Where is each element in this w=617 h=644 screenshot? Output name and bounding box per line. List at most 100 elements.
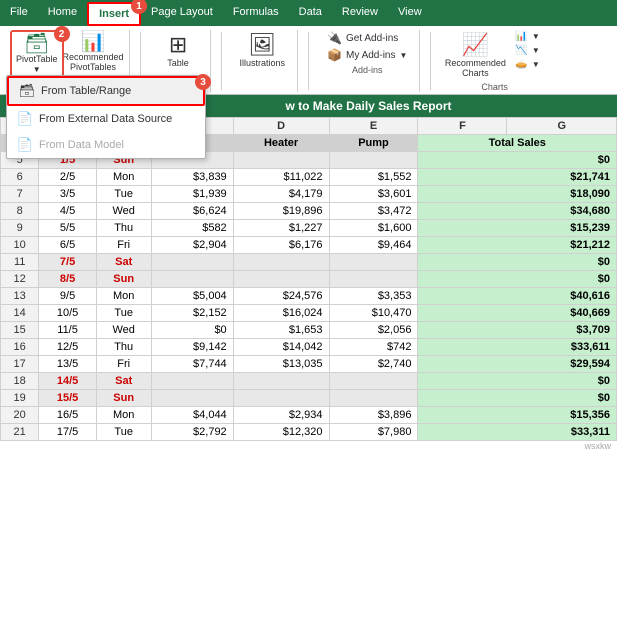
day-cell[interactable]: Thu (96, 220, 151, 237)
ac-cell[interactable]: $582 (151, 220, 233, 237)
pump-cell[interactable]: $3,601 (329, 186, 418, 203)
recommended-charts-button[interactable]: 📈 RecommendedCharts (445, 30, 505, 80)
ac-cell[interactable] (151, 271, 233, 288)
tab-formulas[interactable]: Formulas (223, 2, 289, 26)
table-row[interactable]: 19 15/5 Sun $0 (1, 390, 617, 407)
pump-cell[interactable]: $3,353 (329, 288, 418, 305)
pump-cell[interactable]: $1,600 (329, 220, 418, 237)
tab-file[interactable]: File (0, 2, 38, 26)
day-cell[interactable]: Wed (96, 322, 151, 339)
day-cell[interactable]: Sat (96, 254, 151, 271)
ac-cell[interactable]: $4,044 (151, 407, 233, 424)
table-row[interactable]: 7 3/5 Tue $1,939 $4,179 $3,601 $18,090 (1, 186, 617, 203)
col-header-f[interactable]: F (418, 118, 507, 135)
heater-cell[interactable]: $1,227 (233, 220, 329, 237)
pump-cell[interactable]: $9,464 (329, 237, 418, 254)
col-header-d[interactable]: D (233, 118, 329, 135)
day-cell[interactable]: Mon (96, 169, 151, 186)
heater-cell[interactable]: $6,176 (233, 237, 329, 254)
table-row[interactable]: 9 5/5 Thu $582 $1,227 $1,600 $15,239 (1, 220, 617, 237)
illustrations-button[interactable]: 🖼 Illustrations (236, 30, 290, 70)
date-cell[interactable]: 12/5 (39, 339, 96, 356)
date-cell[interactable]: 7/5 (39, 254, 96, 271)
total-cell[interactable]: $15,356 (418, 407, 617, 424)
pump-cell[interactable] (329, 373, 418, 390)
date-cell[interactable]: 6/5 (39, 237, 96, 254)
day-cell[interactable]: Tue (96, 305, 151, 322)
total-cell[interactable]: $0 (418, 373, 617, 390)
total-cell[interactable]: $34,680 (418, 203, 617, 220)
ac-cell[interactable] (151, 373, 233, 390)
day-cell[interactable]: Sun (96, 390, 151, 407)
table-row[interactable]: 6 2/5 Mon $3,839 $11,022 $1,552 $21,741 (1, 169, 617, 186)
date-cell[interactable]: 17/5 (39, 424, 96, 441)
ac-cell[interactable] (151, 390, 233, 407)
tab-home[interactable]: Home (38, 2, 87, 26)
date-cell[interactable]: 8/5 (39, 271, 96, 288)
table-row[interactable]: 8 4/5 Wed $6,624 $19,896 $3,472 $34,680 (1, 203, 617, 220)
ac-cell[interactable]: $7,744 (151, 356, 233, 373)
ac-cell[interactable]: $9,142 (151, 339, 233, 356)
tab-view[interactable]: View (388, 2, 432, 26)
total-cell[interactable]: $33,311 (418, 424, 617, 441)
date-cell[interactable]: 4/5 (39, 203, 96, 220)
day-cell[interactable]: Fri (96, 356, 151, 373)
tab-page-layout[interactable]: Page Layout (141, 2, 223, 26)
pump-cell[interactable]: $3,472 (329, 203, 418, 220)
table-row[interactable]: 21 17/5 Tue $2,792 $12,320 $7,980 $33,31… (1, 424, 617, 441)
tab-data[interactable]: Data (289, 2, 332, 26)
day-cell[interactable]: Sun (96, 271, 151, 288)
pump-cell[interactable]: $2,740 (329, 356, 418, 373)
heater-cell[interactable] (233, 271, 329, 288)
pump-cell[interactable]: $1,552 (329, 169, 418, 186)
day-cell[interactable]: Sat (96, 373, 151, 390)
table-row[interactable]: 12 8/5 Sun $0 (1, 271, 617, 288)
table-row[interactable]: 17 13/5 Fri $7,744 $13,035 $2,740 $29,59… (1, 356, 617, 373)
heater-cell[interactable]: $11,022 (233, 169, 329, 186)
ac-cell[interactable]: $0 (151, 322, 233, 339)
pump-cell[interactable]: $2,056 (329, 322, 418, 339)
pump-cell[interactable] (329, 152, 418, 169)
date-cell[interactable]: 3/5 (39, 186, 96, 203)
day-cell[interactable]: Tue (96, 186, 151, 203)
pump-cell[interactable]: $10,470 (329, 305, 418, 322)
ac-cell[interactable]: $6,624 (151, 203, 233, 220)
ac-cell[interactable]: $3,839 (151, 169, 233, 186)
heater-cell[interactable] (233, 373, 329, 390)
table-row[interactable]: 18 14/5 Sat $0 (1, 373, 617, 390)
day-cell[interactable]: Thu (96, 339, 151, 356)
date-cell[interactable]: 15/5 (39, 390, 96, 407)
total-cell[interactable]: $15,239 (418, 220, 617, 237)
date-cell[interactable]: 14/5 (39, 373, 96, 390)
total-cell[interactable]: $33,611 (418, 339, 617, 356)
tab-review[interactable]: Review (332, 2, 388, 26)
day-cell[interactable]: Mon (96, 288, 151, 305)
get-addins-button[interactable]: 🔌 Get Add-ins (323, 30, 411, 46)
pump-cell[interactable]: $3,896 (329, 407, 418, 424)
pump-cell[interactable] (329, 254, 418, 271)
col-header-e[interactable]: E (329, 118, 418, 135)
heater-cell[interactable]: $2,934 (233, 407, 329, 424)
table-row[interactable]: 13 9/5 Mon $5,004 $24,576 $3,353 $40,616 (1, 288, 617, 305)
heater-cell[interactable]: $12,320 (233, 424, 329, 441)
heater-cell[interactable]: $16,024 (233, 305, 329, 322)
heater-cell[interactable] (233, 390, 329, 407)
col-header-g[interactable]: G (507, 118, 617, 135)
tab-insert[interactable]: Insert 1 (87, 2, 141, 26)
day-cell[interactable]: Mon (96, 407, 151, 424)
ac-cell[interactable]: $1,939 (151, 186, 233, 203)
date-cell[interactable]: 13/5 (39, 356, 96, 373)
total-cell[interactable]: $40,616 (418, 288, 617, 305)
total-cell[interactable]: $0 (418, 254, 617, 271)
my-addins-button[interactable]: 📦 My Add-ins ▼ (323, 47, 411, 63)
line-chart-button[interactable]: 📉▼ (511, 44, 543, 57)
pump-cell[interactable] (329, 271, 418, 288)
ac-cell[interactable] (151, 254, 233, 271)
total-cell[interactable]: $0 (418, 271, 617, 288)
total-cell[interactable]: $0 (418, 390, 617, 407)
date-cell[interactable]: 2/5 (39, 169, 96, 186)
heater-cell[interactable]: $13,035 (233, 356, 329, 373)
total-cell[interactable]: $0 (418, 152, 617, 169)
total-cell[interactable]: $21,741 (418, 169, 617, 186)
total-cell[interactable]: $18,090 (418, 186, 617, 203)
